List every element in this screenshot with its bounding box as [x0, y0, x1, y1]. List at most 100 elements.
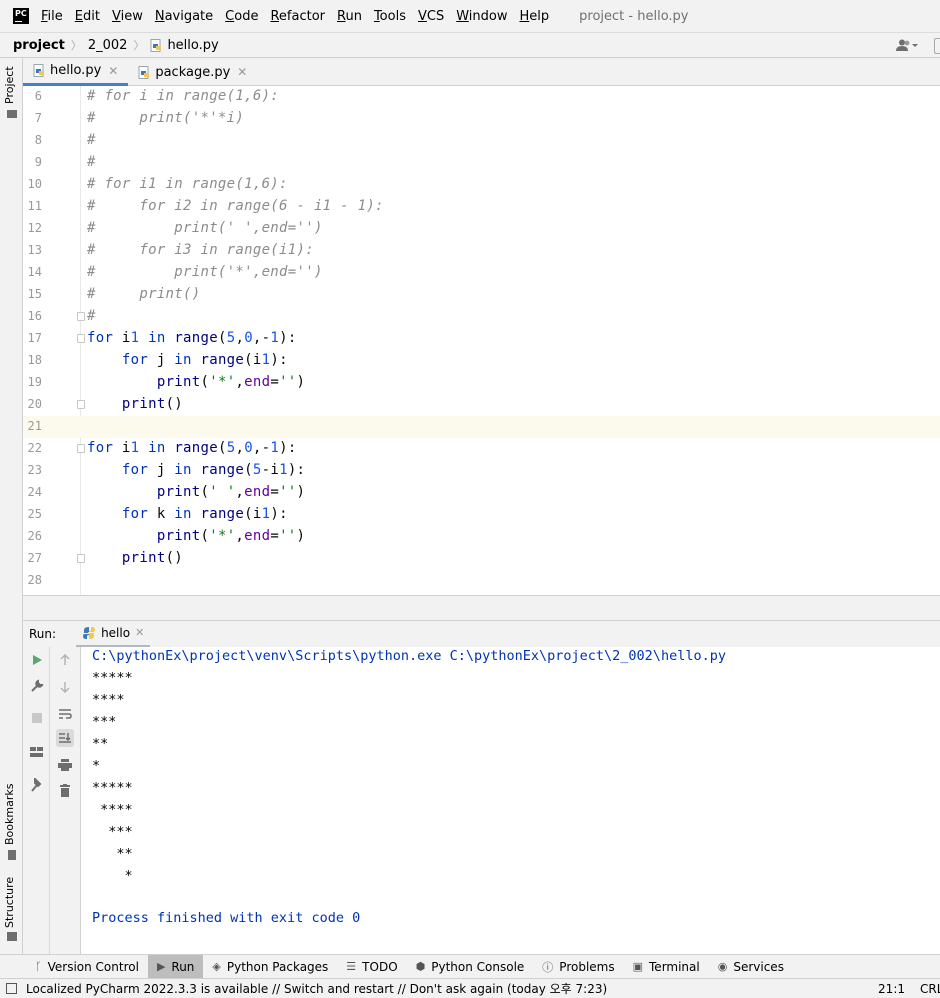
toolbar-overflow[interactable] [934, 38, 940, 54]
toolbar-problems[interactable]: ⓘ Problems [533, 955, 623, 979]
menu-help[interactable]: Help [520, 9, 550, 24]
code-line[interactable]: 25 for k in range(i1): [23, 504, 940, 526]
code-line[interactable]: 17 for i1 in range(5,0,-1): [23, 328, 940, 350]
close-icon[interactable]: ✕ [237, 65, 247, 79]
code-line[interactable]: 9 # [23, 152, 940, 174]
soft-wrap-icon[interactable] [56, 705, 74, 723]
run-toolbar-secondary [50, 647, 81, 954]
code-text: # [87, 132, 96, 148]
toolbar-label: Problems [559, 959, 615, 974]
toolbar-terminal[interactable]: ▣ Terminal [624, 955, 709, 979]
code-line[interactable]: 10 # for i1 in range(1,6): [23, 174, 940, 196]
menu-file[interactable]: File [41, 9, 63, 24]
code-line[interactable]: 13 # for i3 in range(i1): [23, 240, 940, 262]
code-text: # for i1 in range(1,6): [87, 176, 288, 192]
status-toggle-icon[interactable] [6, 983, 17, 994]
print-icon[interactable] [56, 756, 74, 774]
code-line[interactable]: 18 for j in range(i1): [23, 350, 940, 372]
rerun-icon[interactable] [28, 651, 46, 669]
tab-package-py[interactable]: package.py ✕ [128, 58, 257, 86]
fold-marker-icon[interactable] [77, 334, 85, 343]
code-text: # for i in range(1,6): [87, 88, 280, 104]
toolbar-python-packages[interactable]: ◈ Python Packages [203, 955, 337, 979]
todo-icon: ☰ [346, 960, 357, 973]
toolbar-python-console[interactable]: ⬢ Python Console [407, 955, 534, 979]
toolbar-label: TODO [362, 959, 398, 974]
toolbar-todo[interactable]: ☰ TODO [337, 955, 406, 979]
tab-hello-py[interactable]: hello.py ✕ [23, 58, 129, 86]
code-line[interactable]: 6 # for i in range(1,6): [23, 86, 940, 108]
code-line[interactable]: 24 print(' ',end='') [23, 482, 940, 504]
menu-refactor[interactable]: Refactor [270, 9, 325, 24]
window-title: project - hello.py [579, 8, 689, 24]
line-number: 9 [34, 155, 42, 169]
code-line[interactable]: 23 for j in range(5-i1): [23, 460, 940, 482]
wrench-icon[interactable] [28, 677, 46, 695]
pin-icon[interactable] [28, 776, 46, 794]
status-message[interactable]: Localized PyCharm 2022.3.3 is available … [6, 980, 607, 997]
menu-tools[interactable]: Tools [374, 9, 406, 24]
python-file-icon [138, 65, 150, 79]
code-text: # print(' ',end='') [87, 220, 323, 236]
code-line[interactable]: 14 # print('*',end='') [23, 262, 940, 284]
caret-position[interactable]: 21:1 [878, 982, 905, 996]
line-number: 12 [27, 221, 42, 235]
console-line: C:\pythonEx\project\venv\Scripts\python.… [92, 648, 726, 664]
code-line[interactable]: 28 [23, 570, 940, 592]
menu-code[interactable]: Code [225, 9, 258, 24]
close-icon[interactable]: ✕ [135, 626, 144, 639]
arrow-up-icon[interactable] [56, 651, 74, 669]
line-number: 22 [27, 441, 42, 455]
code-line[interactable]: 19 print('*',end='') [23, 372, 940, 394]
structure-tool-button[interactable]: Structure [3, 877, 16, 928]
code-line[interactable]: 27 print() [23, 548, 940, 570]
breadcrumb-project[interactable]: project [13, 38, 65, 53]
line-number: 21 [27, 419, 42, 433]
code-line[interactable]: 8 # [23, 130, 940, 152]
line-ending[interactable]: CRLF [920, 982, 940, 996]
code-line[interactable]: 20 print() [23, 394, 940, 416]
toolbar-run[interactable]: ▶ Run [147, 954, 204, 979]
toolbar-services[interactable]: ◉ Services [709, 955, 793, 979]
menu-window[interactable]: Window [456, 9, 507, 24]
fold-marker-icon[interactable] [77, 400, 85, 409]
run-console[interactable]: C:\pythonEx\project\venv\Scripts\python.… [81, 647, 940, 954]
line-number: 14 [27, 265, 42, 279]
close-icon[interactable]: ✕ [108, 64, 118, 78]
code-text: for j in range(i1): [121, 352, 288, 368]
code-line[interactable]: 22 for i1 in range(5,0,-1): [23, 438, 940, 460]
tab-label: hello.py [50, 63, 102, 78]
code-line[interactable]: 26 print('*',end='') [23, 526, 940, 548]
fold-marker-icon[interactable] [77, 444, 85, 453]
code-line[interactable]: 15 # print() [23, 284, 940, 306]
fold-marker-icon[interactable] [77, 554, 85, 563]
menu-view[interactable]: View [112, 9, 143, 24]
menu-run[interactable]: Run [337, 9, 362, 24]
console-line: * [92, 758, 101, 774]
user-account-icon[interactable] [896, 39, 920, 54]
bookmarks-tool-button[interactable]: Bookmarks [3, 784, 16, 845]
menu-edit[interactable]: Edit [75, 9, 100, 24]
arrow-down-icon[interactable] [56, 678, 74, 696]
project-tool-button[interactable]: Project [3, 66, 16, 104]
fold-marker-icon[interactable] [77, 312, 85, 321]
line-number: 8 [34, 133, 42, 147]
console-line: ***** [92, 670, 133, 686]
code-line[interactable]: 21 [23, 416, 940, 438]
scroll-to-end-icon[interactable] [56, 729, 74, 747]
code-line[interactable]: 16 # [23, 306, 940, 328]
code-editor[interactable]: 6 # for i in range(1,6): 7 # print('*'*i) 8 #… [23, 86, 940, 596]
code-line[interactable]: 11 # for i2 in range(6 - i1 - 1): [23, 196, 940, 218]
menu-navigate[interactable]: Navigate [155, 9, 213, 24]
stop-icon[interactable] [28, 709, 46, 727]
trash-icon[interactable] [56, 781, 74, 799]
layout-icon[interactable] [28, 743, 46, 761]
toolbar-version-control[interactable]: ᚴ Version Control [26, 955, 148, 979]
code-line[interactable]: 7 # print('*'*i) [23, 108, 940, 130]
code-line[interactable]: 12 # print(' ',end='') [23, 218, 940, 240]
breadcrumb-folder[interactable]: 2_002 [88, 38, 128, 53]
breadcrumb-file[interactable]: hello.py [150, 38, 219, 53]
run-tab-hello[interactable]: hello ✕ [76, 621, 151, 648]
menu-vcs[interactable]: VCS [418, 9, 444, 24]
line-number: 11 [27, 199, 42, 213]
